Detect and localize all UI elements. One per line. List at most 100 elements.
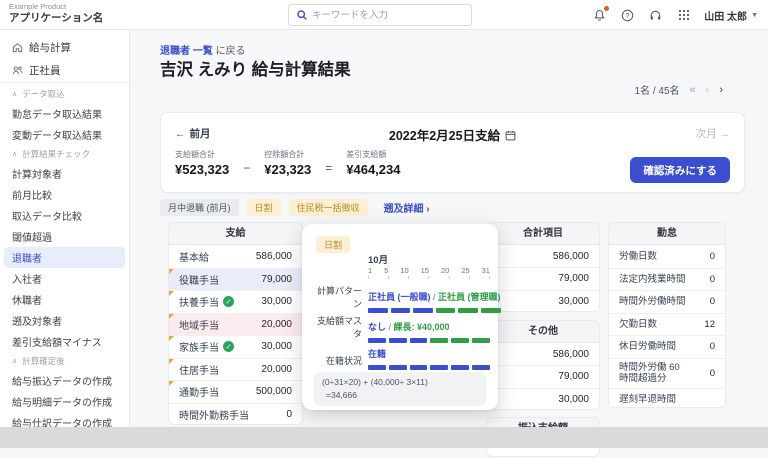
timeline-bar (368, 365, 490, 370)
attendance-table-header: 勤怠 (609, 223, 725, 245)
edited-corner-icon (169, 291, 174, 296)
sidebar-item-targets[interactable]: 計算対象者 (0, 163, 129, 184)
pagination-next-icon[interactable]: › (719, 84, 723, 96)
sidebar-item-retirees[interactable]: 退職者 (4, 247, 125, 268)
formula-result: =34,666 (322, 389, 478, 402)
chevron-up-icon: ∧ (12, 150, 17, 158)
table-row[interactable]: 30,000 (487, 290, 599, 312)
sidebar-item-payroll[interactable]: 給与計算 (0, 36, 129, 59)
notification-bell-icon[interactable] (592, 8, 607, 23)
retroactive-detail-link[interactable]: 遡及詳細 › (384, 200, 430, 215)
sidebar-item-on-leave[interactable]: 休職者 (0, 289, 129, 310)
table-row[interactable]: 時間外労働 60時間超過分 0 (609, 358, 725, 388)
popup-day-scale: 151015202531 (368, 266, 490, 275)
tag-row: 月中退職 (前月) 日割 住民税一括徴収 遡及詳細 › (160, 199, 430, 216)
sidebar-item-prev-month[interactable]: 前月比較 (0, 184, 129, 205)
summary-stats: 支給額合計 ¥523,323 − 控除額合計 ¥23,323 = 差引支給額 ¥… (175, 149, 401, 177)
notification-dot (604, 6, 609, 11)
help-icon[interactable]: ? (620, 8, 635, 23)
search-input[interactable] (312, 10, 471, 21)
sidebar-item-transfer-data[interactable]: 給与振込データの作成 (0, 370, 129, 391)
svg-text:?: ? (626, 12, 630, 19)
stat-net-payment: 差引支給額 ¥464,234 (346, 149, 400, 177)
table-row[interactable]: 法定内残業時間0 (609, 268, 725, 291)
table-row[interactable]: 遅刻早退時間 (609, 388, 725, 409)
sidebar-section-check[interactable]: ∧ 計算結果チェック (0, 145, 129, 163)
pagination: 1名 / 45名 « ‹ › (635, 82, 724, 97)
next-month-button[interactable]: 次月 → (696, 126, 730, 141)
pagination-first-icon[interactable]: « (690, 84, 696, 96)
table-row[interactable]: 30,000 (487, 388, 599, 410)
sidebar-section-after-fix[interactable]: ∧ 計算確定後 (0, 352, 129, 370)
chevron-up-icon: ∧ (12, 90, 17, 98)
popup-month-label: 10月 (368, 252, 388, 266)
sidebar-section-data-import[interactable]: ∧ データ取込 (0, 85, 129, 103)
tag-daily-proration: 日割 (247, 199, 281, 216)
sidebar-item-import-compare[interactable]: 取込データ比較 (0, 205, 129, 226)
sidebar-item-negative-pay[interactable]: 差引支給額マイナス (0, 331, 129, 352)
others-table-header: その他 (487, 321, 599, 343)
table-row[interactable]: 役職手当 79,000 (169, 268, 302, 291)
table-row[interactable]: 79,000 (487, 267, 599, 289)
timeline-bar (368, 308, 501, 313)
payment-table-header: 支給 (169, 223, 302, 245)
popup-tag-daily-proration: 日割 (316, 236, 350, 253)
calendar-icon[interactable] (505, 130, 516, 141)
table-row[interactable]: 扶養手当✓ 30,000 (169, 290, 302, 313)
table-row[interactable]: 79,000 (487, 365, 599, 387)
popup-row-pay-master: 支給額マスタ なし / 課長: ¥40,000 (314, 314, 490, 343)
search-icon (297, 10, 307, 20)
table-row[interactable]: 欠勤日数12 (609, 313, 725, 336)
table-row[interactable]: 住居手当 20,000 (169, 358, 302, 381)
edited-corner-icon (169, 381, 174, 386)
table-row[interactable]: 基本給 586,000 (169, 245, 302, 268)
caret-down-icon: ▼ (751, 12, 758, 19)
table-row[interactable]: 586,000 (487, 245, 599, 267)
bottom-cutoff-band (0, 427, 768, 448)
app-logo[interactable]: Example Product アプリケーション名 (9, 3, 103, 24)
sidebar-item-payslip-data[interactable]: 給与明細データの作成 (0, 391, 129, 412)
table-row[interactable]: 時間外勤務手当 0 (169, 403, 302, 426)
table-row[interactable]: 通勤手当 500,000 (169, 380, 302, 403)
sidebar-item-kintai-import[interactable]: 勤怠データ取込結果 (0, 103, 129, 124)
product-name: Example Product (9, 3, 103, 12)
page-title: 吉沢 えみり 給与計算結果 (160, 56, 351, 80)
apps-grid-icon[interactable] (676, 8, 691, 23)
popup-scale-ticks (368, 276, 490, 279)
check-circle-icon: ✓ (223, 296, 234, 307)
headset-icon[interactable] (648, 8, 663, 23)
minus-sign: − (243, 161, 250, 177)
table-row[interactable]: 地域手当 20,000 (169, 313, 302, 336)
edited-corner-icon (169, 359, 174, 364)
sidebar-divider (0, 82, 129, 83)
sidebar-item-threshold[interactable]: 閾値超過 (0, 226, 129, 247)
table-row[interactable]: 家族手当✓ 30,000 (169, 335, 302, 358)
edited-corner-icon (169, 336, 174, 341)
tag-resident-tax: 住民税一括徴収 (289, 199, 368, 216)
table-row[interactable]: 時間外労働時間0 (609, 290, 725, 313)
sidebar-item-retroactive[interactable]: 遡及対象者 (0, 310, 129, 331)
confirm-button[interactable]: 確認済みにする (630, 157, 730, 183)
sidebar-item-hendo-import[interactable]: 変動データ取込結果 (0, 124, 129, 145)
user-menu[interactable]: 山田 太郎 ▼ (704, 8, 758, 23)
formula-expression: (0÷31×20) + (40,000÷ 3×11) (322, 376, 478, 389)
table-row[interactable]: 労働日数0 (609, 245, 725, 268)
daily-proration-popup: 日割 10月 151015202531 計算パターン 正社員 (一般職) / 正… (302, 224, 498, 410)
popup-row-calc-pattern: 計算パターン 正社員 (一般職) / 正社員 (管理職) (314, 284, 490, 313)
stat-total-deduction: 控除額合計 ¥23,323 (264, 149, 311, 177)
user-name: 山田 太郎 (704, 8, 747, 23)
sidebar: 給与計算 正社員 ∧ データ取込 勤怠データ取込結果 変動データ取込結果 ∧ 計… (0, 30, 130, 448)
pagination-prev-icon[interactable]: ‹ (706, 84, 710, 96)
sidebar-item-employees[interactable]: 正社員 (0, 59, 129, 82)
tables-row: 支給 基本給 586,000 役職手当 79,000 扶養手当✓ 30,000 … (160, 222, 768, 458)
table-row[interactable]: 休日労働時間0 (609, 335, 725, 358)
edited-corner-icon (169, 314, 174, 319)
table-row[interactable]: 586,000 (487, 343, 599, 365)
pagination-count: 1名 / 45名 (635, 82, 680, 97)
arrow-right-icon: → (720, 128, 731, 140)
attendance-table: 勤怠 労働日数0 法定内残業時間0 時間外労働時間0 欠勤日数12 休日労働時間… (608, 222, 726, 408)
totals-table: 合計項目 586,000 79,000 30,000 (486, 222, 600, 312)
formula-box: (0÷31×20) + (40,000÷ 3×11) =34,666 (314, 372, 486, 406)
search-bar[interactable] (288, 4, 472, 26)
sidebar-item-new-hires[interactable]: 入社者 (0, 268, 129, 289)
